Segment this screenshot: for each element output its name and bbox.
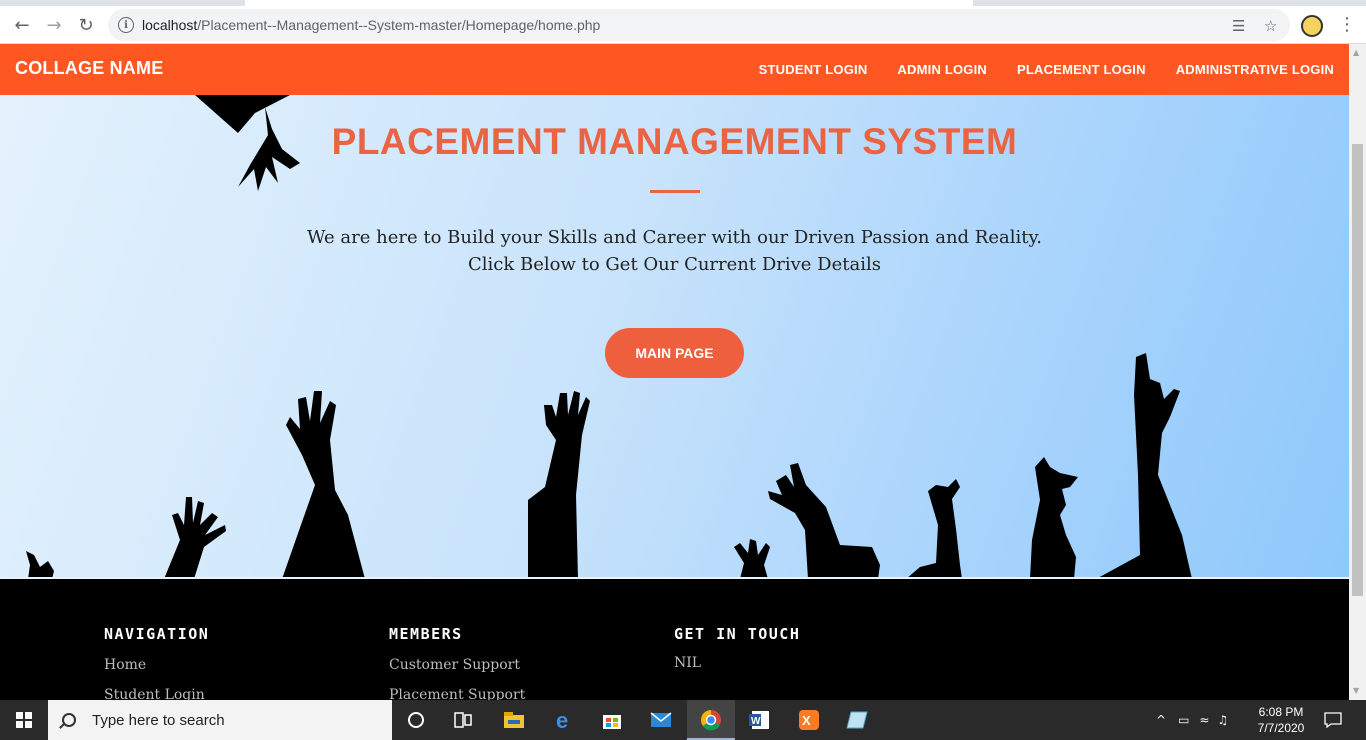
system-tray: ^ ▭ ≈ ♫	[1156, 700, 1228, 740]
windows-start-button[interactable]	[0, 700, 48, 740]
hand-silhouette	[908, 479, 962, 577]
clock-date: 7/7/2020	[1257, 721, 1305, 735]
svg-text:W: W	[751, 716, 761, 727]
hand-silhouette	[1030, 457, 1078, 577]
profile-avatar[interactable]	[1301, 15, 1323, 37]
url-text[interactable]: localhost/Placement--Management--System-…	[142, 17, 600, 33]
xampp-icon[interactable]: X	[795, 706, 823, 734]
page-viewport: COLLAGE NAME STUDENT LOGIN ADMIN LOGIN P…	[0, 44, 1349, 700]
footer-members-heading: MEMBERS	[389, 625, 463, 643]
footer-navigation-column: NAVIGATION Home Student Login	[104, 625, 209, 700]
hand-silhouette	[164, 497, 226, 577]
translate-icon[interactable]: ☰	[1232, 17, 1245, 35]
browser-toolbar: ← → ↻ i localhost/Placement--Management-…	[0, 6, 1366, 44]
hero-tagline: We are here to Build your Skills and Car…	[307, 227, 1042, 248]
footer-link-customer-support[interactable]: Customer Support	[389, 657, 525, 673]
nav-administrative-login[interactable]: ADMINISTRATIVE LOGIN	[1176, 62, 1334, 77]
taskbar-search-placeholder: Type here to search	[92, 711, 225, 729]
scrollbar-thumb[interactable]	[1352, 144, 1363, 596]
bookmark-star-icon[interactable]: ☆	[1264, 17, 1277, 35]
footer-contact-column: GET IN TOUCH NIL	[674, 625, 800, 671]
battery-icon[interactable]: ▭	[1178, 713, 1189, 727]
taskbar-search-box[interactable]: Type here to search	[48, 700, 392, 740]
scroll-up-arrow-icon[interactable]: ▲	[1353, 48, 1359, 57]
forward-icon[interactable]: →	[42, 13, 66, 37]
footer: NAVIGATION Home Student Login MEMBERS Cu…	[0, 579, 1349, 700]
site-info-icon[interactable]: i	[118, 17, 134, 33]
footer-contact-text: NIL	[674, 655, 702, 671]
file-explorer-icon[interactable]	[500, 706, 528, 734]
reload-icon[interactable]: ↻	[74, 13, 98, 37]
hand-silhouette	[528, 391, 590, 577]
wifi-icon[interactable]: ≈	[1199, 713, 1209, 727]
chrome-icon[interactable]	[697, 706, 725, 734]
edge-browser-icon[interactable]: e	[550, 706, 578, 734]
volume-icon[interactable]: ♫	[1217, 713, 1228, 727]
windows-logo-icon	[16, 712, 32, 728]
word-icon[interactable]: W	[745, 706, 773, 734]
clock-time: 6:08 PM	[1258, 705, 1304, 719]
back-icon[interactable]: ←	[10, 13, 34, 37]
footer-contact-heading: GET IN TOUCH	[674, 625, 801, 643]
brand-name[interactable]: COLLAGE NAME	[15, 58, 163, 79]
browser-menu-icon[interactable]: ⋮	[1338, 14, 1356, 36]
title-divider	[650, 190, 700, 193]
scroll-down-arrow-icon[interactable]: ▼	[1353, 686, 1359, 695]
footer-link-student-login[interactable]: Student Login	[104, 687, 209, 700]
nav-links: STUDENT LOGIN ADMIN LOGIN PLACEMENT LOGI…	[759, 44, 1334, 95]
nav-placement-login[interactable]: PLACEMENT LOGIN	[1017, 62, 1146, 77]
task-view-icon[interactable]	[450, 706, 478, 734]
store-icon[interactable]	[598, 706, 626, 734]
nav-student-login[interactable]: STUDENT LOGIN	[759, 62, 868, 77]
hand-silhouette	[26, 551, 54, 577]
notepad-app-icon[interactable]	[843, 706, 871, 734]
nav-admin-login[interactable]: ADMIN LOGIN	[897, 62, 987, 77]
footer-link-home[interactable]: Home	[104, 657, 209, 673]
hand-silhouette	[282, 391, 365, 577]
show-hidden-icons-icon[interactable]: ^	[1156, 713, 1166, 727]
windows-taskbar: Type here to search e W X ^ ▭ ≈ ♫ 6:08 P…	[0, 700, 1366, 740]
hero-section: PLACEMENT MANAGEMENT SYSTEM We are here …	[0, 95, 1349, 579]
svg-text:X: X	[802, 713, 811, 728]
mail-icon[interactable]	[647, 706, 675, 734]
hand-silhouette	[768, 463, 880, 577]
hero-title: PLACEMENT MANAGEMENT SYSTEM	[331, 121, 1018, 162]
hand-silhouette	[734, 539, 770, 577]
search-icon	[62, 713, 76, 727]
taskbar-clock[interactable]: 6:08 PM 7/7/2020	[1252, 704, 1310, 736]
page-scrollbar[interactable]: ▲ ▼	[1349, 44, 1366, 700]
cortana-icon[interactable]	[402, 706, 430, 734]
main-page-button[interactable]: MAIN PAGE	[605, 328, 744, 378]
address-bar[interactable]: i localhost/Placement--Management--Syste…	[108, 9, 1290, 41]
footer-navigation-heading: NAVIGATION	[104, 625, 210, 643]
footer-members-column: MEMBERS Customer Support Placement Suppo…	[389, 625, 525, 700]
hand-silhouette	[1099, 353, 1192, 577]
site-navbar: COLLAGE NAME STUDENT LOGIN ADMIN LOGIN P…	[0, 44, 1349, 95]
notifications-icon[interactable]	[1324, 700, 1342, 740]
footer-link-placement-support[interactable]: Placement Support	[389, 687, 525, 700]
hero-subtext: Click Below to Get Our Current Drive Det…	[468, 254, 881, 275]
svg-text:e: e	[556, 709, 568, 731]
